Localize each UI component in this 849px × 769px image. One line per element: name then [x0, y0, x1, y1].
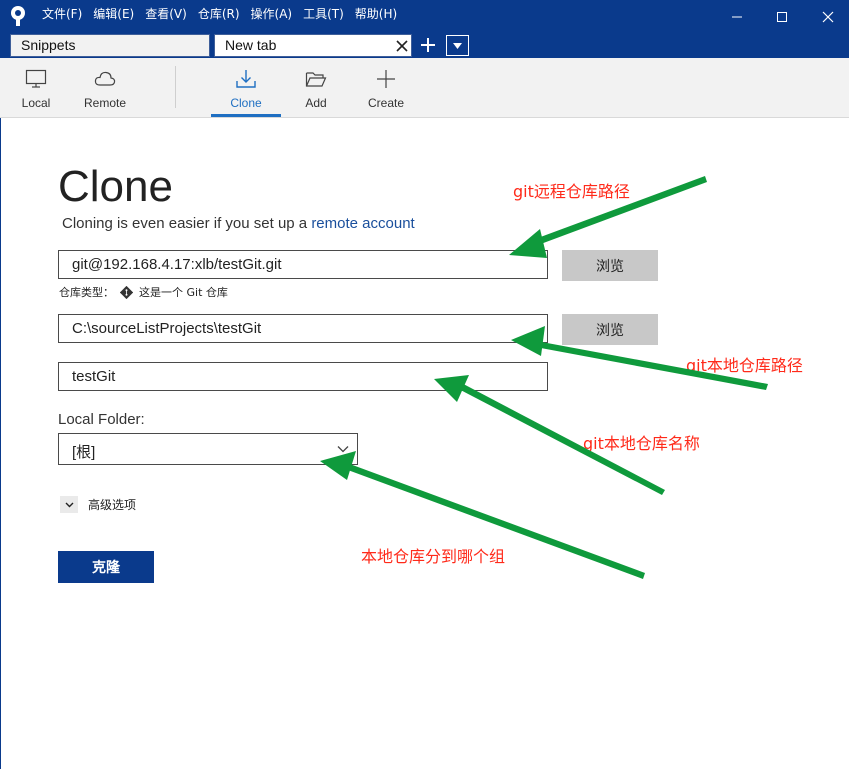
repo-type-value: 这是一个 Git 仓库: [139, 286, 228, 299]
tab-snippets[interactable]: Snippets: [10, 34, 210, 57]
local-folder-label: Local Folder:: [58, 411, 145, 428]
tab-list-dropdown[interactable]: [446, 35, 469, 56]
create-tab[interactable]: Create: [360, 58, 412, 118]
advanced-options[interactable]: 高级选项: [60, 496, 136, 513]
tab-close-icon[interactable]: [396, 40, 408, 52]
repo-type-label: 仓库类型：: [59, 286, 114, 299]
page-title: Clone: [58, 162, 173, 211]
menu-edit[interactable]: 编辑(E): [93, 6, 134, 22]
maximize-button[interactable]: [759, 0, 805, 33]
add-label: Add: [305, 96, 327, 110]
close-icon: [822, 11, 834, 22]
close-window-button[interactable]: [805, 0, 849, 33]
menu-view[interactable]: 查看(V): [145, 6, 187, 22]
annotation-local-name: git本地仓库名称: [583, 434, 700, 453]
tab-label: Snippets: [21, 37, 76, 53]
local-label: Local: [21, 96, 51, 110]
annotation-remote-path: git远程仓库路径: [513, 182, 630, 201]
tab-new-tab[interactable]: New tab: [214, 34, 412, 57]
menu-bar: 文件(F) 编辑(E) 查看(V) 仓库(R) 操作(A) 工具(T) 帮助(H…: [42, 6, 408, 22]
download-icon: [236, 70, 256, 88]
title-bar: 文件(F) 编辑(E) 查看(V) 仓库(R) 操作(A) 工具(T) 帮助(H…: [0, 0, 849, 33]
annotation-group: 本地仓库分到哪个组: [361, 547, 506, 566]
local-folder-select[interactable]: [根]: [58, 433, 358, 465]
chevron-down-icon: [65, 502, 73, 507]
subtitle-text: Cloning is even easier if you set up a: [62, 215, 312, 232]
browse-source-button[interactable]: 浏览: [562, 250, 658, 281]
tab-row: Snippets New tab: [0, 33, 849, 58]
create-label: Create: [367, 96, 405, 110]
monitor-icon: [25, 69, 47, 88]
menu-file[interactable]: 文件(F): [42, 6, 82, 22]
browse-destination-button[interactable]: 浏览: [562, 314, 658, 345]
minimize-icon: [732, 16, 742, 17]
menu-repository[interactable]: 仓库(R): [198, 6, 240, 22]
maximize-icon: [777, 11, 787, 22]
sourcetree-logo-icon: [11, 6, 25, 26]
clone-panel: Clone Cloning is even easier if you set …: [0, 118, 849, 769]
advanced-toggle[interactable]: [60, 496, 78, 513]
destination-path-input[interactable]: C:\sourceListProjects\testGit: [58, 314, 548, 343]
minimize-button[interactable]: [714, 0, 760, 33]
toolbar: Local Remote Clone Add Create: [0, 58, 849, 118]
caret-down-icon: [453, 42, 462, 49]
git-icon: [120, 285, 133, 299]
advanced-label: 高级选项: [88, 498, 137, 512]
annotation-local-path: git本地仓库路径: [686, 356, 803, 375]
remote-tab[interactable]: Remote: [78, 58, 132, 118]
remote-account-link[interactable]: remote account: [311, 215, 414, 232]
toolbar-divider: [175, 66, 176, 108]
remote-label: Remote: [83, 96, 127, 110]
cloud-icon: [94, 71, 116, 86]
menu-tools[interactable]: 工具(T): [303, 6, 344, 22]
add-tab[interactable]: Add: [291, 58, 341, 118]
page-subtitle: Cloning is even easier if you set up a r…: [62, 215, 415, 232]
clone-label: Clone: [230, 96, 262, 110]
chevron-down-icon: [337, 446, 349, 453]
menu-actions[interactable]: 操作(A): [251, 6, 293, 22]
folder-open-icon: [305, 72, 327, 87]
clone-button[interactable]: 克隆: [58, 551, 154, 583]
tab-label: New tab: [225, 37, 277, 53]
menu-help[interactable]: 帮助(H): [355, 6, 397, 22]
clone-tab[interactable]: Clone: [211, 58, 281, 117]
local-folder-value: [根]: [72, 444, 96, 461]
plus-icon: [377, 70, 395, 88]
repo-name-input[interactable]: testGit: [58, 362, 548, 391]
repo-type-info: 仓库类型： 这是一个 Git 仓库: [59, 284, 228, 300]
source-url-input[interactable]: git@192.168.4.17:xlb/testGit.git: [58, 250, 548, 279]
local-tab[interactable]: Local: [12, 58, 60, 118]
add-tab-icon[interactable]: [419, 36, 437, 54]
